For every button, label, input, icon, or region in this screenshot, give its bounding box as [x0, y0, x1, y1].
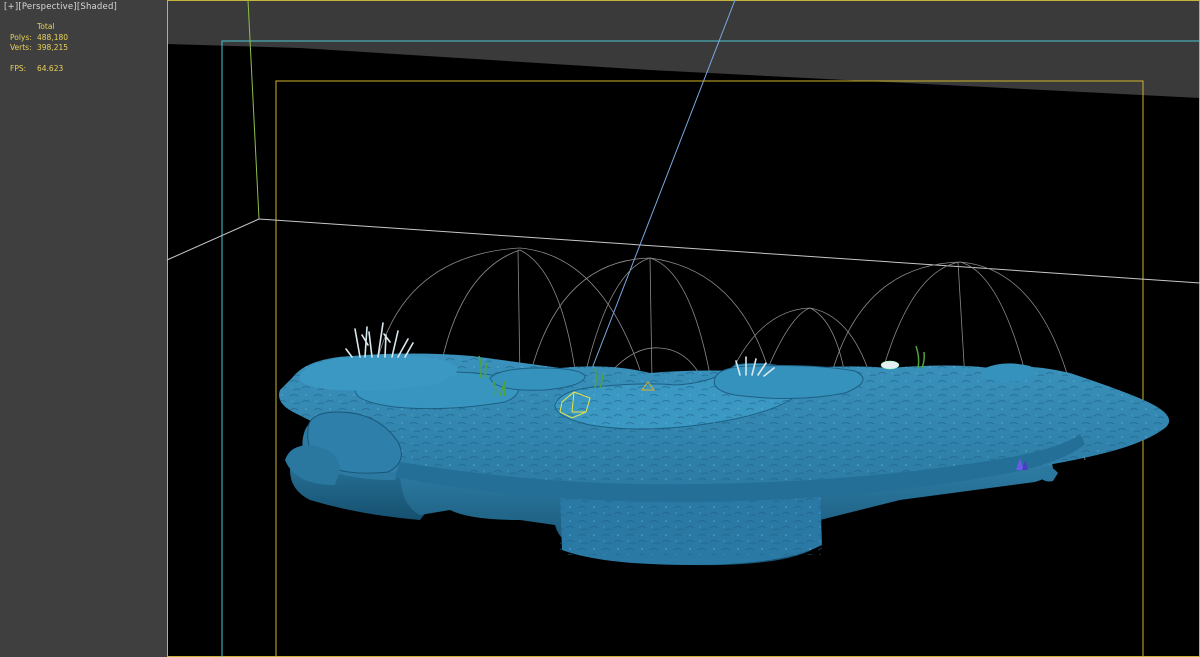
stats-polys-value: 488,180: [37, 32, 69, 42]
viewport-scene[interactable]: [0, 0, 1200, 657]
viewport-label-menu: [+][Perspective][Shaded]: [4, 2, 117, 12]
stats-polys-row: Polys: 488,180: [10, 33, 68, 44]
viewport-view-mode-menu[interactable]: [Perspective]: [18, 2, 76, 12]
stats-polys-label: Polys:: [10, 32, 32, 42]
stats-verts-row: Verts: 398,215: [10, 43, 68, 54]
stats-header: Total: [37, 22, 55, 31]
statistics-overlay: Total Polys: 488,180 Verts: 398,215 FPS:…: [10, 22, 68, 74]
stats-fps-value: 64.623: [37, 63, 64, 73]
stats-fps-row: FPS: 64.623: [10, 64, 68, 75]
stats-verts-value: 398,215: [37, 43, 69, 52]
perspective-viewport[interactable]: [+][Perspective][Shaded] Total Polys: 48…: [0, 0, 1200, 657]
stats-fps-label: FPS:: [10, 63, 27, 73]
shell-object: [880, 360, 900, 370]
stats-verts-label: Verts:: [10, 43, 32, 52]
viewport-shading-menu[interactable]: [Shaded]: [77, 2, 117, 12]
viewport-general-menu[interactable]: [+]: [4, 2, 18, 12]
